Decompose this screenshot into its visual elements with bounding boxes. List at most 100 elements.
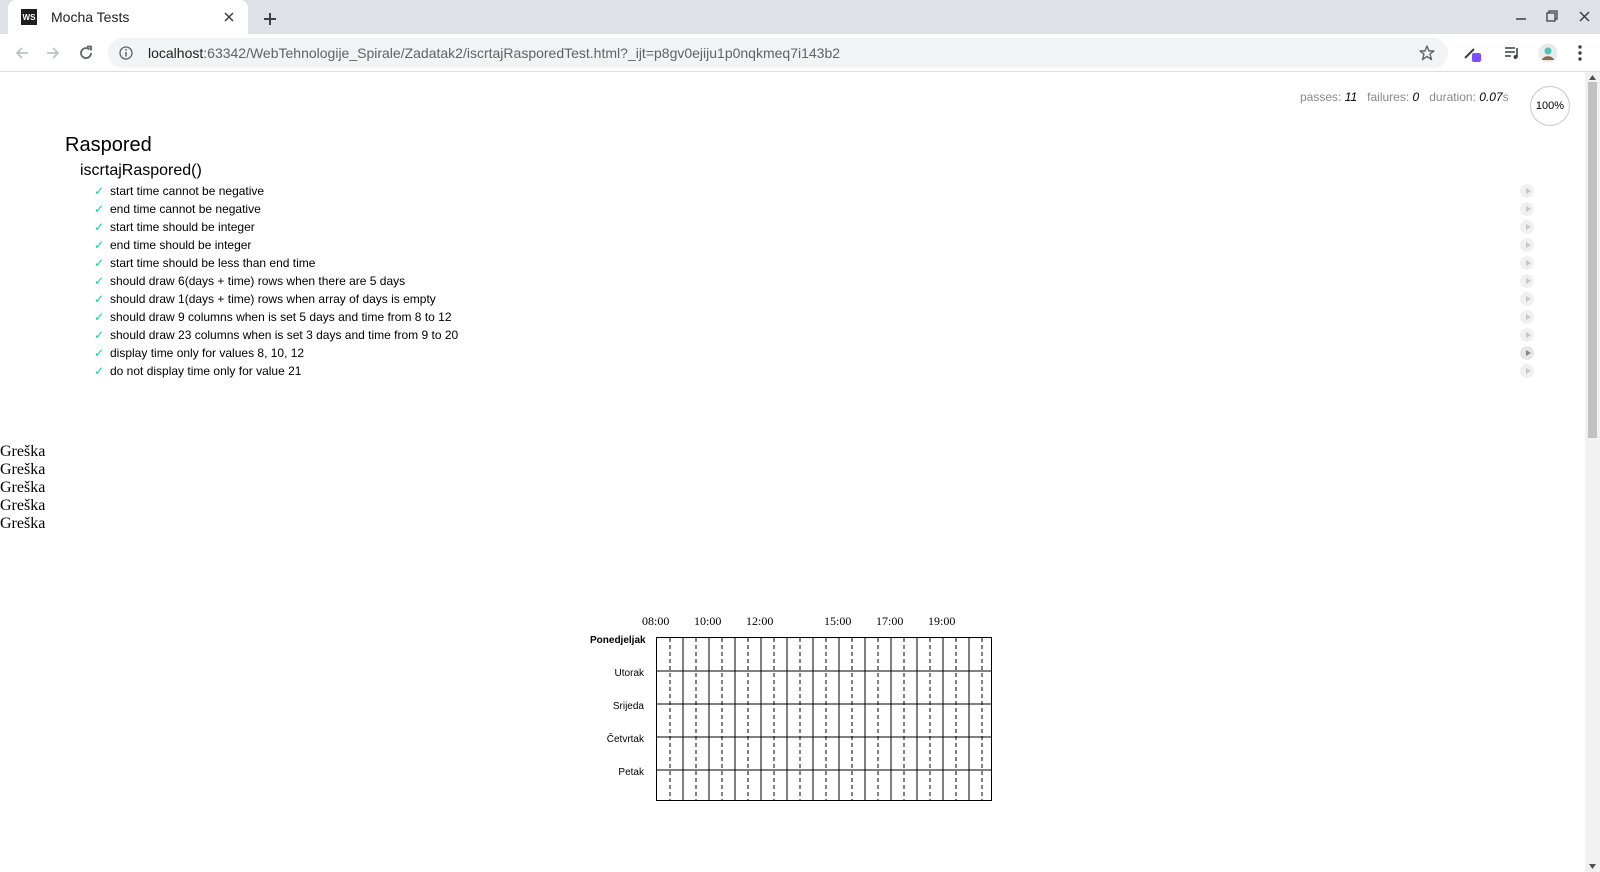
url-text: localhost:63342/WebTehnologije_Spirale/Z… (148, 45, 841, 61)
pass-check-icon: ✓ (94, 184, 105, 198)
suite-title[interactable]: Raspored (65, 134, 152, 157)
pass-check-icon: ✓ (94, 364, 105, 378)
mocha-stats: passes: 11 failures: 0 duration: 0.07 s (1300, 90, 1509, 104)
scroll-up-icon[interactable] (1588, 74, 1597, 82)
error-list: Greška Greška Greška Greška Greška (0, 443, 45, 533)
hour-label: 08:00 (642, 614, 670, 628)
replay-icon[interactable] (1520, 220, 1534, 234)
replay-icon[interactable] (1520, 202, 1534, 216)
vertical-scrollbar[interactable] (1585, 72, 1600, 872)
reload-icon[interactable] (74, 41, 98, 65)
duration-unit: s (1502, 90, 1509, 104)
day-label: Petak (618, 767, 644, 778)
day-label: Srijeda (612, 701, 644, 712)
replay-icon[interactable] (1520, 346, 1534, 360)
failures-label[interactable]: failures: (1367, 90, 1409, 104)
test-title[interactable]: do not display time only for value 21 (110, 364, 301, 378)
pass-check-icon: ✓ (94, 238, 105, 252)
scroll-down-icon[interactable] (1588, 862, 1597, 870)
passes-label[interactable]: passes: (1300, 90, 1341, 104)
test-item[interactable]: ✓ display time only for values 8, 10, 12 (94, 344, 458, 362)
tab-strip: WS Mocha Tests (0, 0, 1600, 34)
test-title[interactable]: should draw 9 columns when is set 5 days… (110, 310, 452, 324)
close-window-icon[interactable] (1576, 8, 1592, 24)
pass-check-icon: ✓ (94, 292, 105, 306)
hour-label: 15:00 (824, 614, 852, 628)
pass-check-icon: ✓ (94, 202, 105, 216)
test-title[interactable]: should draw 23 columns when is set 3 day… (110, 328, 458, 342)
back-arrow-icon[interactable] (10, 41, 34, 65)
media-control-icon[interactable] (1500, 41, 1524, 65)
progress-ring: 100% (1530, 86, 1570, 126)
test-list: ✓ start time cannot be negative ✓ end time … (94, 182, 458, 380)
test-item[interactable]: ✓ start time should be integer (94, 218, 458, 236)
test-item[interactable]: ✓ should draw 6(days + time) rows when th… (94, 272, 458, 290)
test-item[interactable]: ✓ should draw 23 columns when is set 3 da… (94, 326, 458, 344)
bookmark-star-icon[interactable] (1418, 44, 1436, 62)
close-tab-icon[interactable] (220, 8, 238, 26)
test-item[interactable]: ✓ end time should be integer (94, 236, 458, 254)
test-item[interactable]: ✓ end time cannot be negative (94, 200, 458, 218)
page-viewport: passes: 11 failures: 0 duration: 0.07 s 1… (0, 72, 1585, 872)
pass-check-icon: ✓ (94, 310, 105, 324)
error-text: Greška (0, 515, 46, 532)
error-text: Greška (0, 497, 46, 514)
replay-icon[interactable] (1520, 364, 1534, 378)
subsuite-title[interactable]: iscrtajRaspored() (80, 162, 202, 180)
test-title[interactable]: should draw 6(days + time) rows when the… (110, 274, 405, 288)
test-item[interactable]: ✓ start time cannot be negative (94, 182, 458, 200)
schedule-grid (656, 637, 992, 801)
test-title[interactable]: should draw 1(days + time) rows when arr… (110, 292, 436, 306)
webstorm-favicon-icon: WS (21, 9, 37, 25)
hour-label: 19:00 (928, 614, 956, 628)
replay-icon[interactable] (1520, 256, 1534, 270)
passes-count: 11 (1344, 90, 1358, 104)
profile-avatar-icon[interactable] (1536, 41, 1560, 65)
extension-icon[interactable] (1460, 41, 1484, 65)
test-item[interactable]: ✓ do not display time only for value 21 (94, 362, 458, 380)
hour-label: 17:00 (876, 614, 904, 628)
replay-icon[interactable] (1520, 292, 1534, 306)
tab-title: Mocha Tests (51, 9, 130, 25)
new-tab-button[interactable] (256, 5, 284, 33)
schedule-table: 08:00 10:00 12:00 15:00 17:00 19:00 Ponedjelj… (590, 614, 992, 801)
scroll-thumb[interactable] (1588, 82, 1597, 438)
address-bar[interactable]: localhost:63342/WebTehnologije_Spirale/Z… (108, 38, 1448, 68)
test-item[interactable]: ✓ should draw 1(days + time) rows when ar… (94, 290, 458, 308)
error-text: Greška (0, 461, 46, 478)
browser-menu-icon[interactable] (1568, 41, 1592, 65)
restore-icon[interactable] (1544, 8, 1560, 24)
test-title[interactable]: start time should be less than end time (110, 256, 315, 270)
pass-check-icon: ✓ (94, 220, 105, 234)
pass-check-icon: ✓ (94, 328, 105, 342)
day-label: Utorak (614, 668, 644, 679)
replay-icon[interactable] (1520, 274, 1534, 288)
site-info-icon[interactable] (118, 45, 134, 61)
hour-label: 10:00 (694, 614, 722, 628)
test-title[interactable]: start time should be integer (110, 220, 255, 234)
failures-count: 0 (1412, 90, 1420, 104)
day-label: Četvrtak (606, 734, 644, 745)
test-title[interactable]: display time only for values 8, 10, 12 (110, 346, 304, 360)
test-title[interactable]: start time cannot be negative (110, 184, 264, 198)
day-label: Ponedjeljak (590, 635, 646, 646)
test-item[interactable]: ✓ start time should be less than end time (94, 254, 458, 272)
browser-tab[interactable]: WS Mocha Tests (8, 0, 248, 34)
hour-label: 12:00 (746, 614, 774, 628)
test-title[interactable]: end time cannot be negative (110, 202, 261, 216)
replay-icon[interactable] (1520, 184, 1534, 198)
test-title[interactable]: end time should be integer (110, 238, 251, 252)
replay-icon[interactable] (1520, 310, 1534, 324)
duration-label: duration: (1429, 90, 1476, 104)
pass-check-icon: ✓ (94, 346, 105, 360)
error-text: Greška (0, 479, 46, 496)
minimize-icon[interactable] (1513, 8, 1529, 24)
progress-value: 100% (1535, 100, 1565, 112)
pass-check-icon: ✓ (94, 274, 105, 288)
pass-check-icon: ✓ (94, 256, 105, 270)
forward-arrow-icon[interactable] (41, 41, 65, 65)
duration-value: 0.07 (1479, 90, 1503, 104)
test-item[interactable]: ✓ should draw 9 columns when is set 5 day… (94, 308, 458, 326)
replay-icon[interactable] (1520, 328, 1534, 342)
replay-icon[interactable] (1520, 238, 1534, 252)
